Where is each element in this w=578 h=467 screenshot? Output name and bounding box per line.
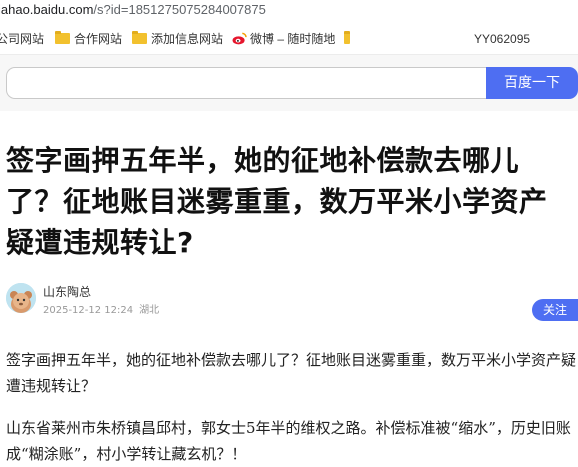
url-text[interactable]: iahao.baidu.com/s?id=1851275075284007875 xyxy=(0,2,266,17)
bookmark-label: 公司网站 xyxy=(0,32,45,46)
bookmark-folder[interactable] xyxy=(344,31,354,47)
address-bar[interactable]: iahao.baidu.com/s?id=1851275075284007875 xyxy=(0,0,578,22)
search-bar: 百度一下 xyxy=(0,55,578,111)
search-input[interactable] xyxy=(6,67,486,99)
article-title: 签字画押五年半，她的征地补偿款去哪儿了？征地账目迷雾重重，数万平米小学资产疑遭违… xyxy=(6,144,548,259)
avatar[interactable] xyxy=(6,283,36,313)
follow-button[interactable]: 关注 xyxy=(532,299,578,321)
article-meta: 2025-12-12 12:24 湖北 xyxy=(43,301,159,316)
folder-icon xyxy=(132,31,147,44)
search-button[interactable]: 百度一下 xyxy=(486,67,578,99)
bookmark-company[interactable]: 公司网站 xyxy=(0,31,44,47)
bookmark-label: 添加信息网站 xyxy=(151,32,224,46)
url-path: /s?id=1851275075284007875 xyxy=(93,2,266,17)
publish-location: 湖北 xyxy=(139,305,160,316)
bookmark-label: 微博 – 随时随地 xyxy=(250,32,336,46)
bookmark-weibo[interactable]: 微博 – 随时随地 xyxy=(232,31,335,47)
bookmark-partners[interactable]: 合作网站 xyxy=(55,31,122,47)
user-label[interactable]: YY062095 xyxy=(474,31,530,47)
weibo-icon xyxy=(232,32,247,45)
author-name[interactable]: 山东陶总 xyxy=(43,283,91,300)
avatar-image xyxy=(6,283,36,313)
folder-icon xyxy=(344,31,350,44)
publish-date: 2025-12-12 12:24 xyxy=(43,305,134,316)
article-paragraph: 签字画押五年半，她的征地补偿款去哪儿了？征地账目迷雾重重，数万平米小学资产疑遭违… xyxy=(6,351,577,395)
url-host: iahao.baidu.com xyxy=(0,2,94,17)
bookmarks-bar: 公司网站 合作网站 添加信息网站 微博 – 随时随地 YY062095 xyxy=(0,24,578,55)
folder-icon xyxy=(55,31,70,44)
article-paragraph: 山东省莱州市朱桥镇昌邱村，郭女士5年半的维权之路。补偿标准被“缩水”，历史旧账成… xyxy=(6,419,571,463)
bookmark-label: 合作网站 xyxy=(74,32,123,46)
bookmark-add-info[interactable]: 添加信息网站 xyxy=(132,31,223,47)
